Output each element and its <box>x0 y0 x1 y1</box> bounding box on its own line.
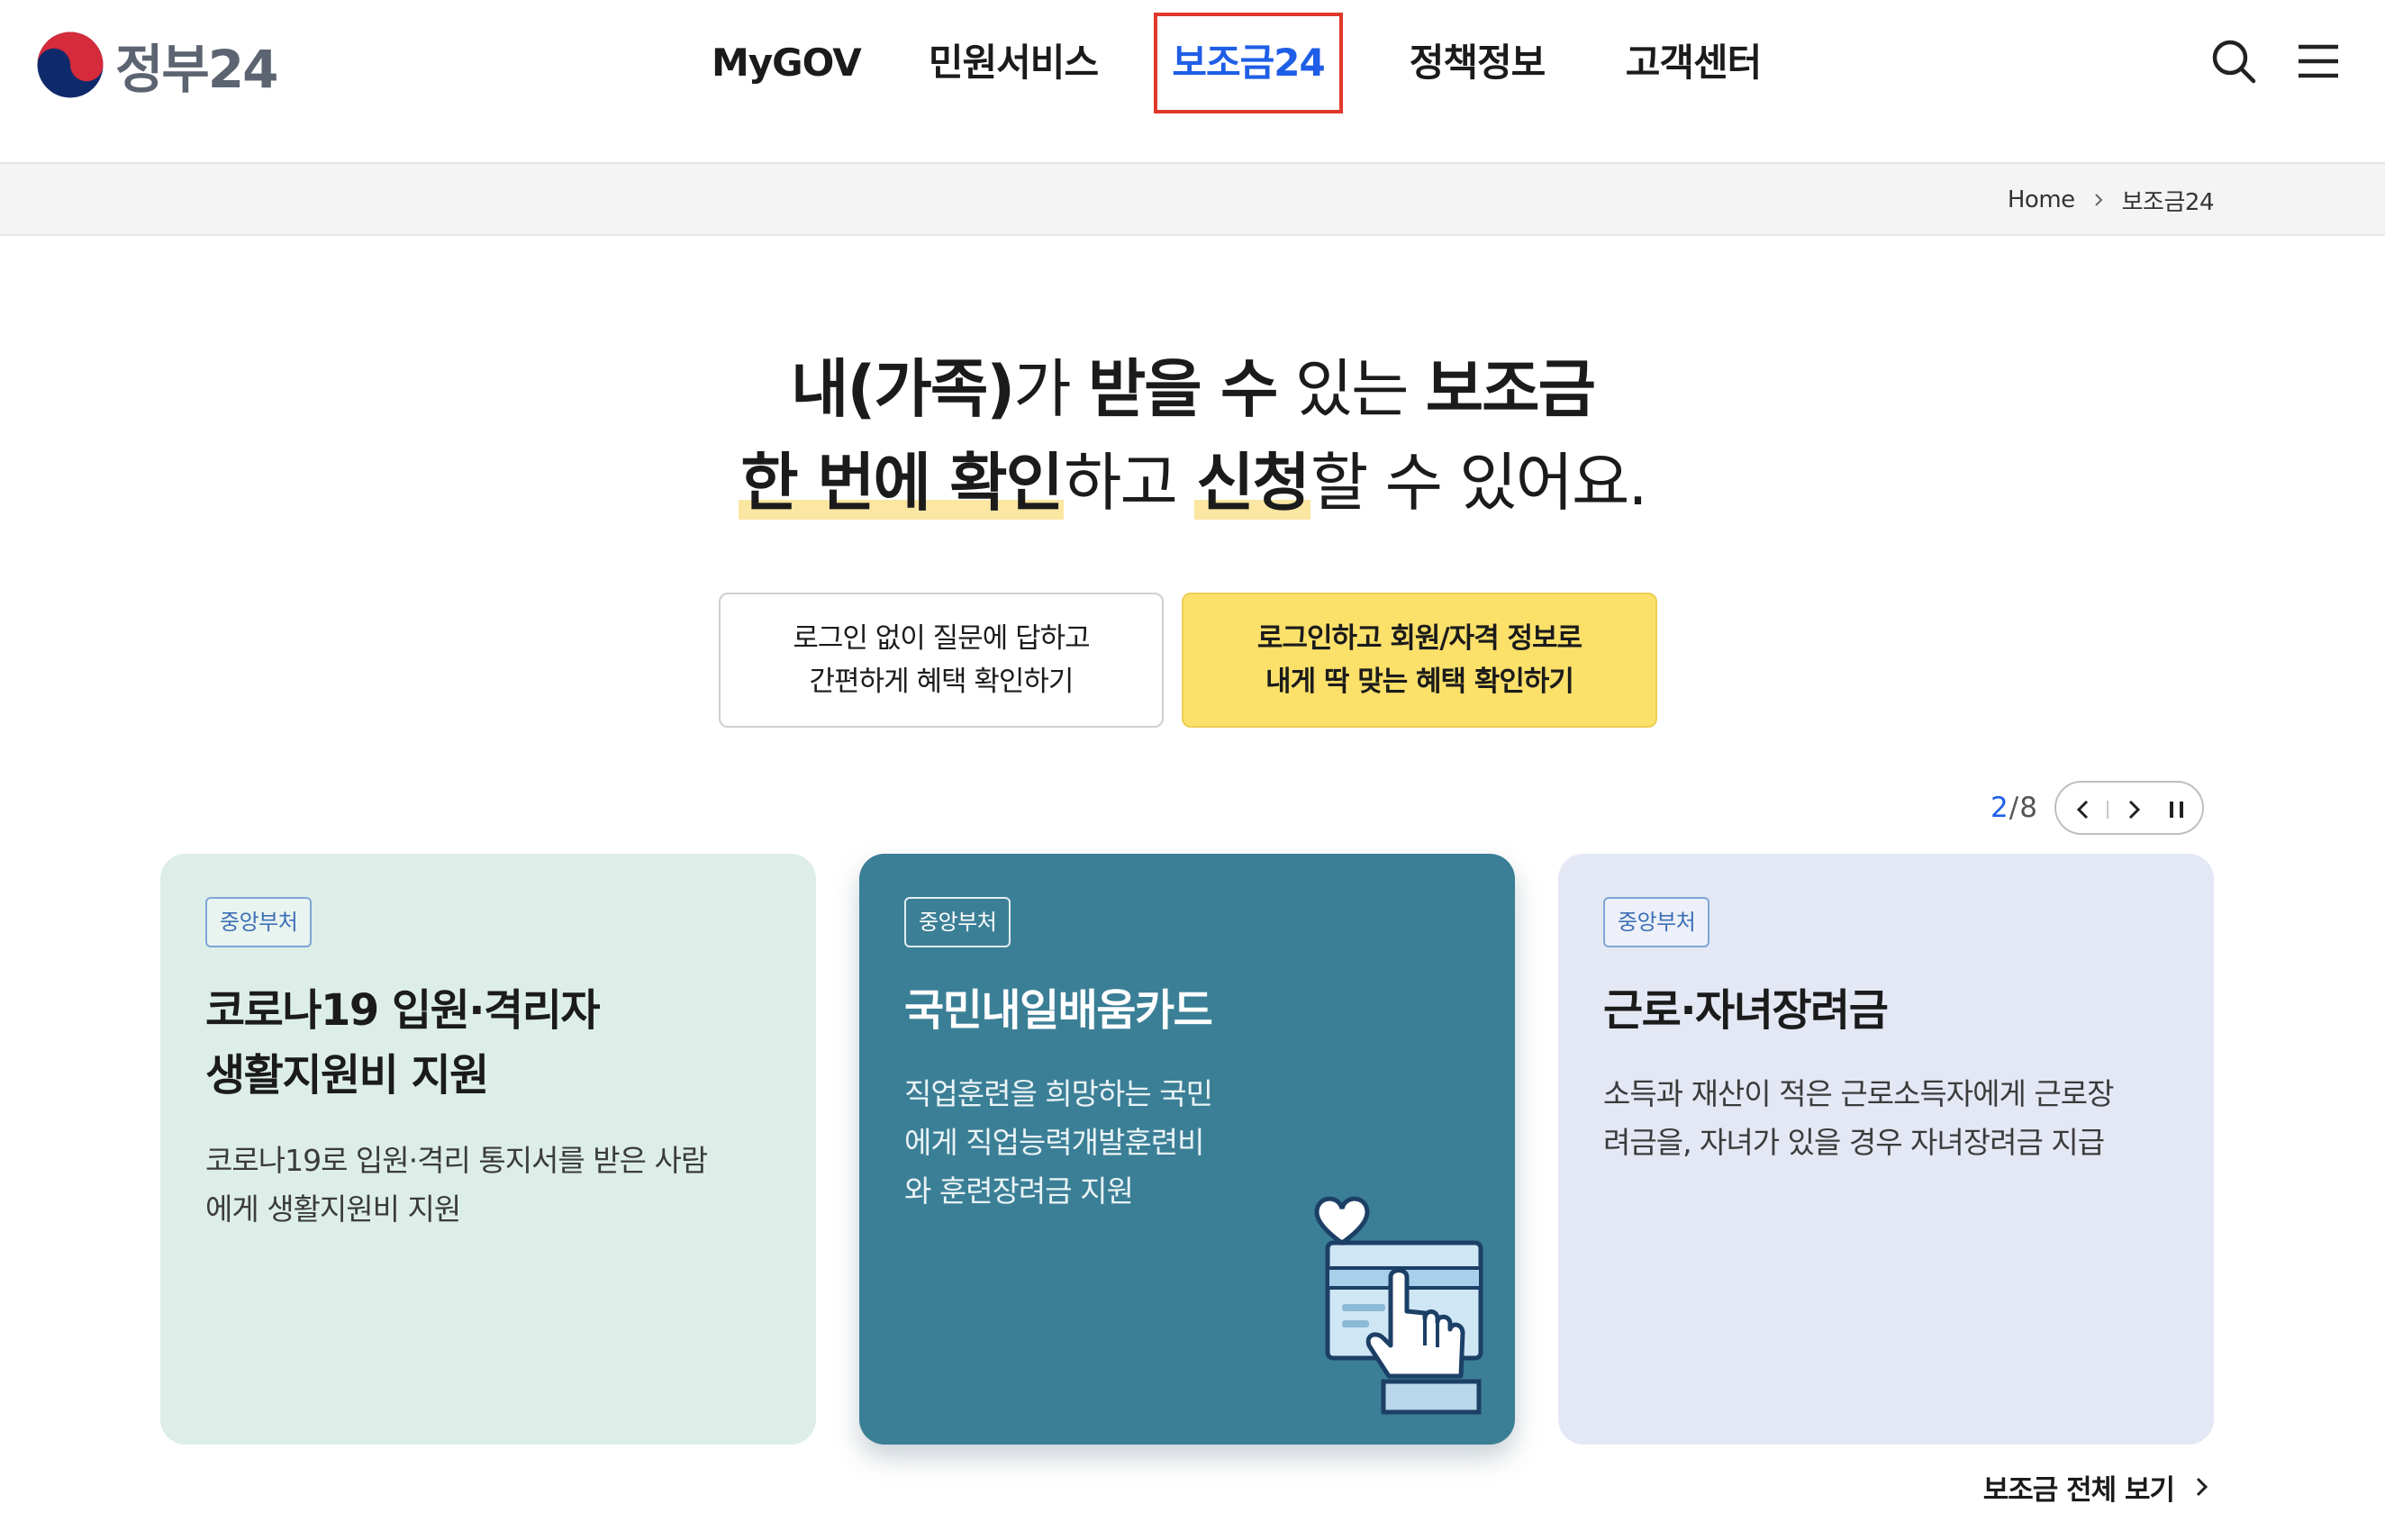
guest-check-button[interactable]: 로그인 없이 질문에 답하고 간편하게 혜택 확인하기 <box>719 593 1164 728</box>
main-nav: MyGOV 민원서비스 보조금24 정책정보 고객센터 <box>0 13 2385 113</box>
chevron-right-icon <box>2094 194 2103 206</box>
subsidy-card[interactable]: 중앙부처 국민내일배움카드 직업훈련을 희망하는 국민 에게 직업능력개발훈련비… <box>859 854 1515 1445</box>
site-header: 정부24 MyGOV 민원서비스 보조금24 정책정보 고객센터 <box>0 0 2385 164</box>
card-title-line: 생활지원비 지원 <box>205 1050 489 1101</box>
card-title-line: 코로나19 입원·격리자 <box>205 985 601 1036</box>
chevron-right-icon[interactable] <box>2119 795 2148 824</box>
member-check-button[interactable]: 로그인하고 회원/자격 정보로 내게 딱 맞는 혜택 확인하기 <box>1182 593 1657 728</box>
card-title: 근로·자녀장려금 <box>1603 978 2180 1043</box>
pager-divider <box>2106 801 2108 819</box>
slide-counter: 2/8 <box>1991 792 2038 824</box>
view-all-label: 보조금 전체 보기 <box>1982 1473 2175 1507</box>
hero-text: 할 수 있어요. <box>1310 446 1648 520</box>
breadcrumb-home[interactable]: Home <box>2008 186 2075 213</box>
chevron-left-icon[interactable] <box>2069 795 2098 824</box>
slide-current: 2 <box>1991 792 2009 824</box>
hero-text: 보조금 <box>1425 352 1596 426</box>
hero-line-1: 내(가족)가 받을 수 있는 보조금 <box>0 342 2385 436</box>
pause-icon[interactable] <box>2163 795 2191 824</box>
nav-item-subsidy24[interactable]: 보조금24 <box>1154 13 1343 113</box>
hero-text: 가 <box>1013 352 1088 426</box>
hero-highlight: 신청 <box>1194 446 1310 520</box>
card-title-line: 국민내일배움카드 <box>904 985 1213 1036</box>
hero-highlight: 한 번에 확인 <box>739 446 1065 520</box>
nav-item-civil-service[interactable]: 민원서비스 <box>919 16 1108 110</box>
menu-button[interactable] <box>2290 32 2347 90</box>
card-desc-line: 코로나19로 입원·격리 통지서를 받은 사람 <box>205 1143 708 1178</box>
category-badge: 중앙부처 <box>1603 897 1710 947</box>
breadcrumb-current: 보조금24 <box>2121 188 2215 216</box>
card-desc-line: 에게 생활지원비 지원 <box>205 1191 461 1227</box>
slide-separator: / <box>2009 792 2020 824</box>
card-title: 국민내일배움카드 <box>904 978 1481 1043</box>
card-description: 소득과 재산이 적은 근로소득자에게 근로장 려금을, 자녀가 있을 경우 자녀… <box>1603 1070 2180 1167</box>
view-all-subsidies-link[interactable]: 보조금 전체 보기 <box>1983 1464 2214 1509</box>
guest-check-line2: 간편하게 혜택 확인하기 <box>809 666 1075 698</box>
card-desc-line: 직업훈련을 희망하는 국민 <box>904 1076 1213 1111</box>
card-title-line: 근로·자녀장려금 <box>1603 985 1889 1036</box>
hero-text: 받을 수 <box>1087 352 1279 426</box>
category-badge: 중앙부처 <box>904 897 1011 947</box>
hero-text: 하고 <box>1064 446 1195 520</box>
hero-text: 내(가족) <box>791 352 1015 426</box>
member-check-line2: 내게 딱 맞는 혜택 확인하기 <box>1265 666 1574 698</box>
category-badge: 중앙부처 <box>205 897 313 947</box>
search-icon <box>2212 40 2256 84</box>
hero-line-2: 한 번에 확인하고 신청할 수 있어요. <box>0 436 2385 530</box>
search-button[interactable] <box>2205 32 2263 90</box>
card-description: 직업훈련을 희망하는 국민 에게 직업능력개발훈련비 와 훈련장려금 지원 <box>904 1070 1265 1216</box>
card-description: 코로나19로 입원·격리 통지서를 받은 사람 에게 생활지원비 지원 <box>205 1137 782 1234</box>
chevron-right-icon <box>2196 1477 2208 1497</box>
card-desc-line: 소득과 재산이 적은 근로소득자에게 근로장 <box>1603 1076 2114 1111</box>
card-tap-illustration-icon <box>1314 1196 1483 1415</box>
slide-total: 8 <box>2019 792 2038 824</box>
card-desc-line: 와 훈련장려금 지원 <box>904 1173 1134 1209</box>
card-desc-line: 려금을, 자녀가 있을 경우 자녀장려금 지급 <box>1603 1125 2105 1160</box>
carousel-controls <box>2054 781 2204 835</box>
subsidy-card[interactable]: 중앙부처 코로나19 입원·격리자 생활지원비 지원 코로나19로 입원·격리 … <box>160 854 816 1445</box>
subsidy-card[interactable]: 중앙부처 근로·자녀장려금 소득과 재산이 적은 근로소득자에게 근로장 려금을… <box>1558 854 2214 1445</box>
carousel-pager: 2/8 <box>1991 780 2204 836</box>
nav-item-customer-center[interactable]: 고객센터 <box>1617 16 1770 110</box>
breadcrumb: Home 보조금24 <box>2008 164 2215 236</box>
hero-heading: 내(가족)가 받을 수 있는 보조금 한 번에 확인하고 신청할 수 있어요. <box>0 342 2385 530</box>
hamburger-menu-icon <box>2299 44 2338 78</box>
breadcrumb-bar: Home 보조금24 <box>0 164 2385 236</box>
member-check-line1: 로그인하고 회원/자격 정보로 <box>1256 622 1582 655</box>
guest-check-line1: 로그인 없이 질문에 답하고 <box>793 622 1090 655</box>
card-title: 코로나19 입원·격리자 생활지원비 지원 <box>205 978 782 1108</box>
hero-text: 있는 <box>1276 352 1426 426</box>
nav-item-policy-info[interactable]: 정책정보 <box>1401 16 1554 110</box>
nav-item-mygov[interactable]: MyGOV <box>712 16 862 110</box>
card-desc-line: 에게 직업능력개발훈련비 <box>904 1125 1204 1160</box>
